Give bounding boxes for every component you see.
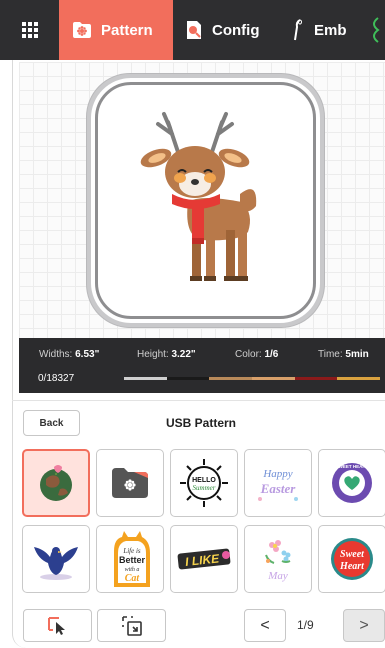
thread-color-segment <box>252 377 295 380</box>
happy-text: Happy <box>262 468 292 480</box>
select-cursor-icon <box>47 616 65 635</box>
tab-emb-label: Emb <box>314 21 347 39</box>
better-text: Better <box>119 555 146 565</box>
i-like-text: I LIKE <box>184 551 220 569</box>
flowers-may-icon: May <box>265 540 291 582</box>
pattern-tile-folder[interactable] <box>96 449 164 517</box>
i-like-text-icon: I LIKE <box>177 548 231 570</box>
pattern-tile-life-cat[interactable]: Life is Better with a Cat <box>96 525 164 593</box>
width-value: 6.53" <box>75 349 100 360</box>
pattern-tile-bird[interactable] <box>22 525 90 593</box>
may-text: May <box>267 570 288 582</box>
tab-pattern-label: Pattern <box>101 21 153 39</box>
thread-color-segment <box>166 377 210 380</box>
height-value: 3.22" <box>171 349 196 360</box>
tab-pattern[interactable]: Pattern <box>59 0 173 60</box>
hello-text: HELLO <box>192 477 216 484</box>
tab-config[interactable]: Config <box>173 0 283 60</box>
pattern-tile-flowers-may[interactable]: May <box>244 525 312 593</box>
section-title: USB Pattern <box>166 416 237 430</box>
tab-config-label: Config <box>212 21 260 39</box>
sweet-heart-badge-text: SWEET HEART <box>336 464 369 469</box>
color-info: Color: 1/6 <box>235 349 278 360</box>
sweet-heart-badge-icon: SWEET HEART <box>332 463 372 503</box>
time-info: Time: 5min <box>318 349 369 360</box>
pattern-tile-i-like[interactable]: I LIKE <box>170 525 238 593</box>
hello-summer-sun-icon: HELLO Summer <box>180 459 228 507</box>
pattern-tile-earth[interactable] <box>22 449 90 517</box>
page-indicator: 1/9 <box>297 618 314 632</box>
pattern-tile-happy-easter[interactable]: Happy Easter <box>244 449 312 517</box>
time-value: 5min <box>345 349 369 360</box>
time-label: Time: <box>318 349 343 360</box>
heart-text: Heart <box>339 561 365 572</box>
grid-icon <box>21 22 38 38</box>
easter-text: Easter <box>260 481 297 496</box>
resize-tool-button[interactable] <box>97 609 166 642</box>
thread-color-segment <box>294 377 338 380</box>
height-label: Height: <box>137 349 169 360</box>
needle-icon <box>291 19 305 41</box>
prev-page-button[interactable]: < <box>244 609 286 642</box>
next-page-button[interactable]: > <box>343 609 385 642</box>
pattern-tile-sweet-heart-badge[interactable]: SWEET HEART <box>318 449 385 517</box>
pattern-tile-hello-summer[interactable]: HELLO Summer <box>170 449 238 517</box>
back-button[interactable]: Back <box>23 410 80 436</box>
height-info: Height: 3.22" <box>137 349 196 360</box>
tab-emb[interactable]: Emb <box>283 0 365 60</box>
life-better-cat-icon: Life is Better with a Cat <box>114 531 150 587</box>
happy-easter-text-icon: Happy Easter <box>258 468 298 501</box>
thread-color-segment <box>337 377 381 380</box>
pattern-folder-icon <box>72 21 92 39</box>
green-stitch-icon <box>373 17 380 43</box>
folder-icon <box>112 468 148 498</box>
thread-color-bar <box>124 377 381 380</box>
stitch-counter: 0/18327 <box>38 373 75 384</box>
sweet-text: Sweet <box>340 549 365 560</box>
earth-globe-icon <box>40 465 72 501</box>
life-is-text: Life is <box>122 547 141 555</box>
width-label: Widths: <box>39 349 73 360</box>
thread-color-segment <box>124 377 167 380</box>
config-document-icon <box>185 20 203 40</box>
summer-text: Summer <box>193 484 216 492</box>
blue-bird-icon <box>34 547 78 580</box>
tab-more-partial[interactable] <box>368 0 385 60</box>
color-label: Color: <box>235 349 262 360</box>
reindeer-design-icon[interactable] <box>130 110 275 285</box>
sweet-heart-circle-icon: Sweet Heart <box>331 538 373 580</box>
select-tool-button[interactable] <box>23 609 92 642</box>
apps-grid-button[interactable] <box>0 0 59 60</box>
pattern-tile-sweet-heart[interactable]: Sweet Heart <box>318 525 385 593</box>
thread-color-segment <box>209 377 253 380</box>
width-info: Widths: 6.53" <box>39 349 99 360</box>
divider <box>12 400 385 401</box>
top-tab-bar: Pattern Config Emb <box>0 0 385 60</box>
resize-frame-icon <box>121 615 142 636</box>
color-value: 1/6 <box>264 349 279 360</box>
cat-text: Cat <box>125 573 141 584</box>
design-info-bar: Widths: 6.53" Height: 3.22" Color: 1/6 T… <box>19 338 385 393</box>
